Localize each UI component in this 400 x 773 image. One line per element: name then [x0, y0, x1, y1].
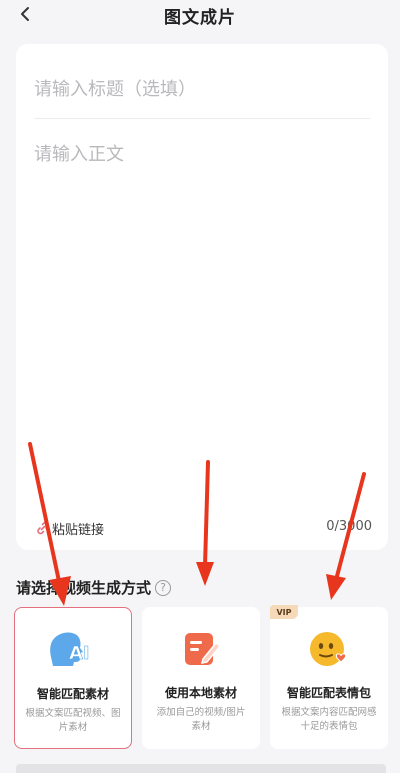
option-title: 使用本地素材 — [164, 686, 237, 700]
svg-text:AI: AI — [69, 643, 90, 664]
emoji-face-icon — [310, 632, 347, 666]
option-smart-match[interactable]: AI 智能匹配素材 根据文案匹配视频、图片素材 — [14, 607, 132, 749]
paste-link-label: 粘贴链接 — [52, 522, 105, 538]
header: 图文成片 — [0, 0, 400, 36]
vip-badge: VIP — [270, 605, 298, 619]
page-title: 图文成片 — [164, 8, 236, 28]
divider — [34, 118, 370, 119]
bottom-action-bar — [16, 764, 386, 773]
option-description: 添加自己的视频/图片素材 — [156, 707, 246, 732]
text-editor-card: 粘贴链接 0/3000 — [16, 44, 388, 550]
paste-link-button[interactable]: 粘贴链接 — [36, 518, 104, 538]
option-title: 智能匹配素材 — [36, 687, 109, 701]
ai-head-icon: AI — [50, 632, 90, 666]
link-icon — [37, 521, 49, 535]
title-input[interactable] — [34, 74, 364, 104]
edit-note-icon — [185, 633, 222, 665]
option-local-material[interactable]: 使用本地素材 添加自己的视频/图片素材 — [142, 607, 260, 749]
help-icon[interactable]: ? — [155, 579, 172, 596]
body-text-input[interactable] — [34, 140, 370, 500]
option-title: 智能匹配表情包 — [286, 686, 371, 700]
option-description: 根据文案内容匹配网感十足的表情包 — [281, 707, 377, 732]
section-title-text: 请选择视频生成方式 — [16, 579, 152, 597]
generation-options: AI 智能匹配素材 根据文案匹配视频、图片素材 使用本地素材 添加自己的视频/图… — [14, 605, 388, 749]
option-description: 根据文案匹配视频、图片素材 — [25, 708, 121, 733]
section-title: 请选择视频生成方式 ? — [16, 577, 172, 598]
char-count: 0/3000 — [326, 519, 372, 534]
option-emoji-match[interactable]: VIP 智能匹配表情包 根据文案内容匹配网感十足的表情包 — [270, 605, 388, 749]
